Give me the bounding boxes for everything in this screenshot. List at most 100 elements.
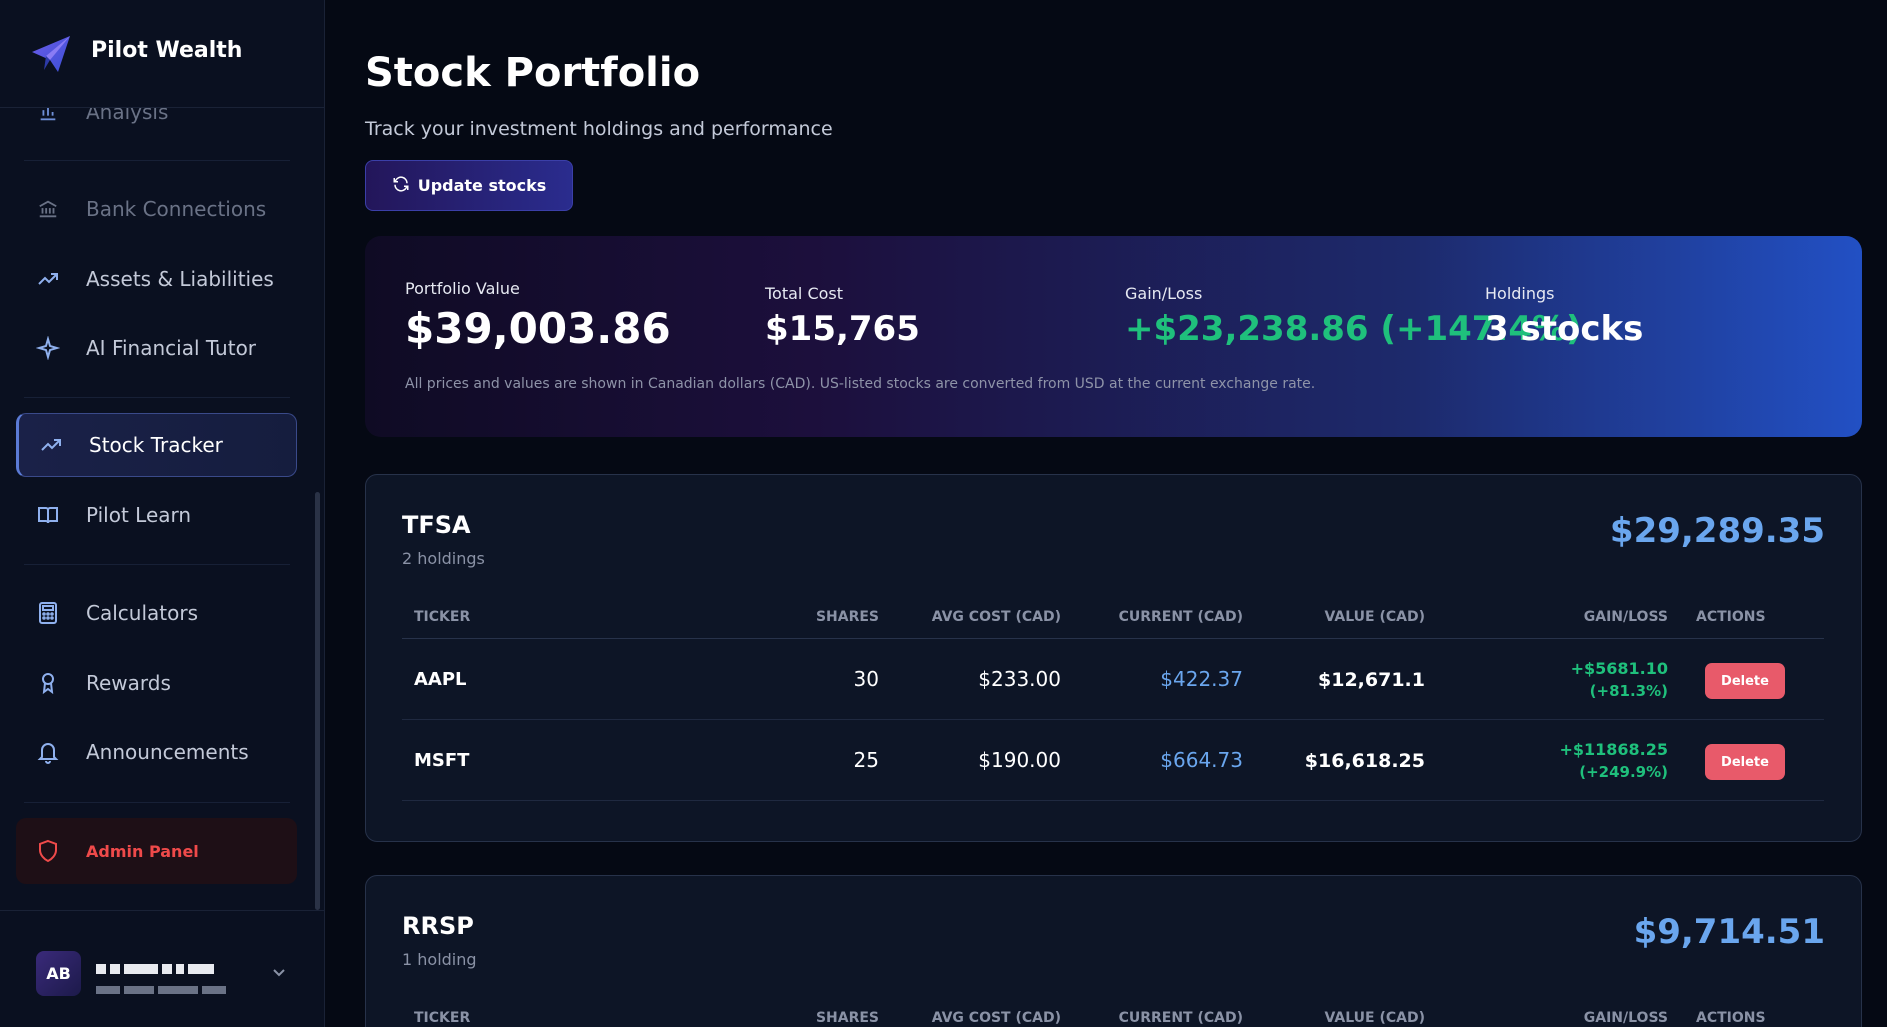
- shares-cell: 25: [853, 748, 879, 772]
- trending-up-icon: [37, 431, 65, 459]
- sidebar-item-label: Admin Panel: [86, 841, 199, 861]
- value-cell: $16,618.25: [1304, 750, 1425, 772]
- sparkle-icon: [34, 334, 62, 362]
- avg-cost-cell: $190.00: [978, 748, 1061, 772]
- col-value: VALUE (CAD): [1324, 609, 1425, 625]
- refresh-icon: [392, 175, 410, 197]
- shield-icon: [34, 837, 62, 865]
- update-stocks-button[interactable]: Update stocks: [365, 160, 573, 211]
- sidebar-item-stock-tracker[interactable]: Stock Tracker: [16, 413, 297, 477]
- update-stocks-label: Update stocks: [417, 176, 547, 195]
- total-cost-value: $15,765: [765, 309, 920, 349]
- page-title: Stock Portfolio: [365, 50, 701, 96]
- sidebar-item-calculators[interactable]: Calculators: [16, 581, 297, 645]
- sidebar-scrollbar[interactable]: [315, 492, 320, 910]
- divider: [24, 564, 290, 565]
- chevron-down-icon[interactable]: [270, 963, 288, 981]
- col-value: VALUE (CAD): [1324, 1010, 1425, 1026]
- gain-percent: (+249.9%): [1579, 763, 1668, 781]
- gain-percent: (+81.3%): [1589, 682, 1668, 700]
- total-cost-stat: Total Cost $15,765: [765, 284, 920, 349]
- table-row: AAPL 30 $233.00 $422.37 $12,671.1 +$5681…: [402, 639, 1824, 720]
- user-name-redacted: [96, 959, 218, 978]
- portfolio-value-stat: Portfolio Value $39,003.86: [405, 279, 671, 353]
- delete-button[interactable]: Delete: [1705, 663, 1785, 699]
- sidebar-item-admin-panel[interactable]: Admin Panel: [16, 818, 297, 884]
- gain-loss-cell: +$11868.25 (+249.9%): [1559, 740, 1668, 781]
- portfolio-summary: Portfolio Value $39,003.86 Total Cost $1…: [365, 236, 1862, 437]
- col-current: CURRENT (CAD): [1118, 1010, 1243, 1026]
- col-actions: ACTIONS: [1696, 1010, 1766, 1026]
- sidebar-item-label: Pilot Learn: [86, 503, 192, 527]
- avatar[interactable]: AB: [36, 951, 81, 996]
- avg-cost-cell: $233.00: [978, 667, 1061, 691]
- table-header: TICKER SHARES AVG COST (CAD) CURRENT (CA…: [402, 996, 1824, 1027]
- bank-icon: [34, 195, 62, 223]
- delete-button[interactable]: Delete: [1705, 744, 1785, 780]
- divider: [24, 802, 290, 803]
- account-holdings-count: 1 holding: [402, 950, 477, 969]
- gain-loss-cell: +$5681.10 (+81.3%): [1571, 659, 1668, 700]
- bell-icon: [34, 738, 62, 766]
- sidebar: Analysis Bank Connections Assets & Liabi…: [0, 0, 325, 1027]
- user-menu[interactable]: AB: [0, 910, 324, 1027]
- col-avg-cost: AVG COST (CAD): [931, 1010, 1061, 1026]
- award-icon: [34, 669, 62, 697]
- gain-amount: +$11868.25: [1559, 740, 1668, 759]
- ticker-cell: AAPL: [414, 669, 467, 690]
- stat-label: Holdings: [1485, 284, 1555, 303]
- sidebar-item-assets-liabilities[interactable]: Assets & Liabilities: [16, 247, 297, 311]
- col-shares: SHARES: [815, 609, 879, 625]
- ticker-cell: MSFT: [414, 750, 470, 771]
- stat-label: Portfolio Value: [405, 279, 520, 298]
- table-header: TICKER SHARES AVG COST (CAD) CURRENT (CA…: [402, 595, 1824, 639]
- stat-label: Total Cost: [765, 284, 844, 303]
- sidebar-item-rewards[interactable]: Rewards: [16, 651, 297, 715]
- page-subtitle: Track your investment holdings and perfo…: [365, 118, 833, 140]
- holdings-value: 3 stocks: [1485, 309, 1644, 349]
- col-avg-cost: AVG COST (CAD): [931, 609, 1061, 625]
- brand-header: Pilot Wealth: [0, 0, 324, 108]
- sidebar-item-pilot-learn[interactable]: Pilot Learn: [16, 483, 297, 547]
- col-actions: ACTIONS: [1696, 609, 1766, 625]
- col-shares: SHARES: [815, 1010, 879, 1026]
- book-icon: [34, 501, 62, 529]
- user-email-redacted: [96, 979, 230, 998]
- divider: [24, 160, 290, 161]
- table-row: MSFT 25 $190.00 $664.73 $16,618.25 +$118…: [402, 720, 1824, 801]
- sidebar-item-bank-connections[interactable]: Bank Connections: [16, 177, 297, 241]
- sidebar-item-ai-financial-tutor[interactable]: AI Financial Tutor: [16, 316, 297, 380]
- sidebar-item-label: Rewards: [86, 671, 171, 695]
- current-price-cell: $422.37: [1160, 667, 1243, 691]
- holdings-stat: Holdings 3 stocks: [1485, 284, 1643, 349]
- shares-cell: 30: [853, 667, 879, 691]
- account-card-tfsa: TFSA 2 holdings $29,289.35 TICKER SHARES…: [365, 474, 1862, 842]
- calculator-icon: [34, 599, 62, 627]
- brand-name[interactable]: Pilot Wealth: [91, 38, 242, 63]
- trending-up-icon: [34, 265, 62, 293]
- currency-note: All prices and values are shown in Canad…: [405, 376, 1316, 392]
- account-holdings-count: 2 holdings: [402, 549, 485, 568]
- account-name: TFSA: [402, 511, 471, 539]
- col-gain-loss: GAIN/LOSS: [1583, 609, 1668, 625]
- col-current: CURRENT (CAD): [1118, 609, 1243, 625]
- account-name: RRSP: [402, 912, 474, 940]
- logo-icon: [28, 32, 72, 76]
- current-price-cell: $664.73: [1160, 748, 1243, 772]
- col-gain-loss: GAIN/LOSS: [1583, 1010, 1668, 1026]
- col-ticker: TICKER: [414, 609, 471, 625]
- col-ticker: TICKER: [414, 1010, 471, 1026]
- sidebar-item-label: Announcements: [86, 740, 249, 764]
- value-cell: $12,671.1: [1318, 669, 1425, 691]
- sidebar-item-announcements[interactable]: Announcements: [16, 720, 297, 784]
- account-total: $29,289.35: [1609, 511, 1825, 551]
- sidebar-item-label: Stock Tracker: [89, 433, 223, 457]
- portfolio-value: $39,003.86: [405, 304, 671, 353]
- sidebar-item-label: AI Financial Tutor: [86, 336, 257, 360]
- gain-amount: +$5681.10: [1570, 659, 1668, 678]
- sidebar-item-label: Calculators: [86, 601, 198, 625]
- sidebar-item-label: Assets & Liabilities: [86, 267, 274, 291]
- account-total: $9,714.51: [1633, 912, 1825, 952]
- divider: [24, 397, 290, 398]
- sidebar-item-label: Bank Connections: [86, 197, 267, 221]
